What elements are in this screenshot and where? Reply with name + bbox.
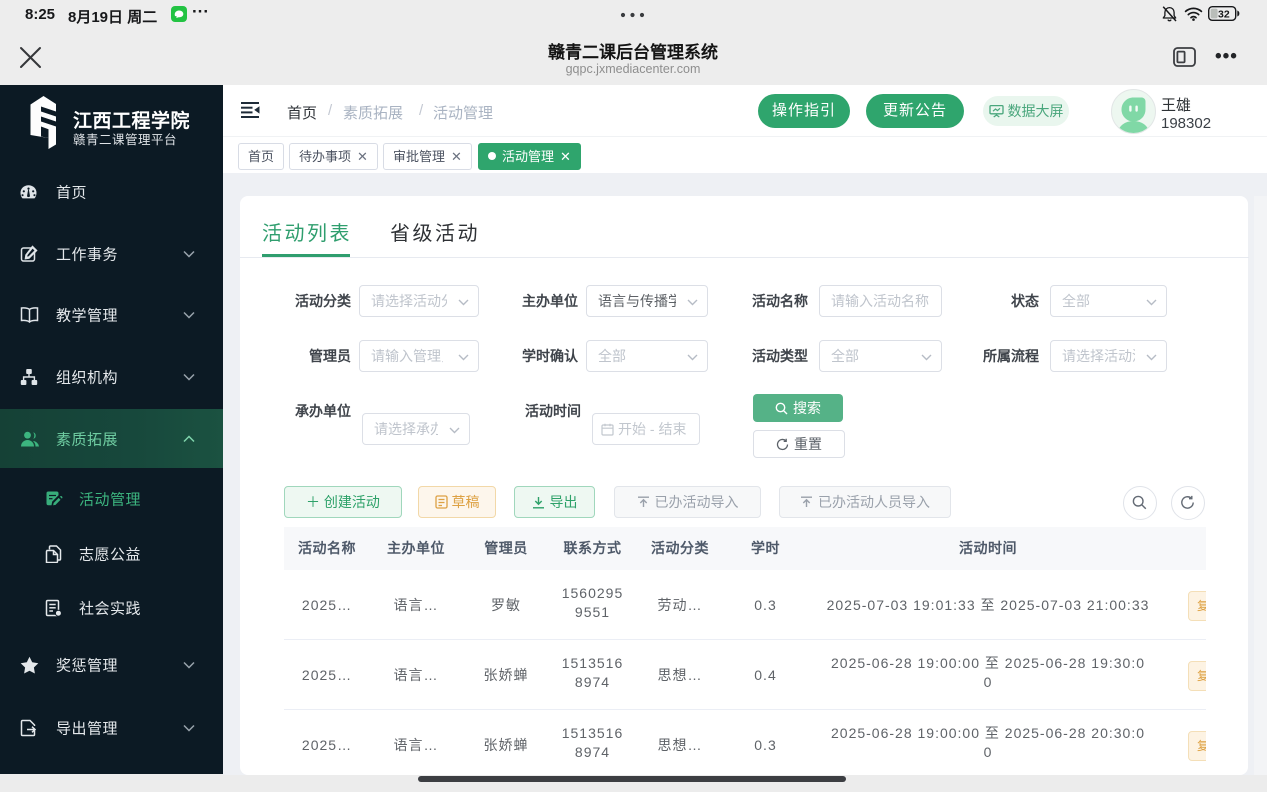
svg-text:32: 32 xyxy=(1218,8,1230,20)
